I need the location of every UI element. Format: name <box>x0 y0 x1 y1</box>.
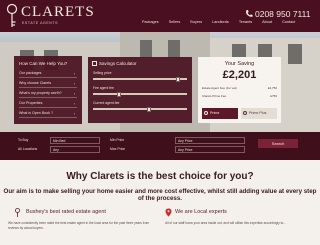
nav-landlords[interactable]: Landlords <box>212 20 229 24</box>
nav-about[interactable]: About <box>262 20 272 24</box>
current-agent-label: Current agent fee <box>93 101 120 105</box>
help-item-property-worth[interactable]: What's my property worth? › <box>19 90 77 98</box>
fee-agent-slider[interactable] <box>93 91 187 97</box>
help-item-open-book[interactable]: What is Open Book ? › <box>19 110 77 118</box>
calculator-title: Savings Calculator <box>99 61 137 66</box>
clarets-fee-row: Clarets Prime Fee £750 <box>202 94 277 98</box>
saving-title: Your Saving <box>224 61 255 67</box>
key-icon <box>15 208 20 217</box>
chevron-right-icon: › <box>73 112 75 116</box>
phone-icon <box>245 10 253 17</box>
clarets-logo[interactable]: CLARETS ESTATE AGENTS <box>5 3 94 29</box>
why-subtitle: Our aim is to make selling your home eas… <box>3 188 317 202</box>
phone-number[interactable]: 0208 950 7111 <box>255 9 310 19</box>
savings-calculator: Savings Calculator Selling price Fee age… <box>88 57 192 123</box>
saving-panel: Your Saving £2,201 Estate Agent Fee (Inc… <box>198 57 281 123</box>
saving-amount: £2,201 <box>222 69 257 81</box>
site-header: CLARETS ESTATE AGENTS 0208 950 7111 Pack… <box>0 0 320 32</box>
search-type-label: To Buy <box>18 138 29 142</box>
key-logo-icon <box>6 3 18 27</box>
slider-handle[interactable] <box>147 106 152 112</box>
why-title: Why Clarets is the best choice for you? <box>66 171 254 182</box>
search-location-label[interactable]: All Locations <box>18 147 37 154</box>
estate-agent-fee-row: Estate Agent Fee (Inc vat) £2,750 <box>202 86 277 90</box>
search-button[interactable]: Search <box>258 139 298 148</box>
location-pin-icon <box>165 208 172 217</box>
nav-tenants[interactable]: Tenants <box>239 20 252 24</box>
slider-handle[interactable] <box>117 91 122 97</box>
chevron-right-icon: › <box>73 92 75 96</box>
main-nav: Packages Sellers Buyers Landlords Tenant… <box>142 20 305 24</box>
search-max-price-label: Max Price <box>110 147 126 151</box>
help-title: How Can We Help You? <box>19 61 68 66</box>
search-min-price-select[interactable]: Any Price <box>175 137 245 144</box>
help-item-properties[interactable]: Our Properties › <box>19 100 77 108</box>
help-item-packages[interactable]: Our packages › <box>19 70 77 78</box>
logo-subtext: ESTATE AGENTS <box>22 21 59 25</box>
fee-agent-label: Fee agent fee <box>93 86 114 90</box>
slider-handle[interactable] <box>175 76 180 82</box>
help-item-why-choose[interactable]: Why choose Clarets › <box>19 80 77 88</box>
nav-contact[interactable]: Contact <box>282 20 295 24</box>
selling-price-label: Selling price <box>93 71 112 75</box>
radio-icon <box>204 111 208 115</box>
logo-text: CLARETS <box>21 4 95 20</box>
search-max-bed-select[interactable]: Any <box>50 146 100 153</box>
current-agent-slider[interactable] <box>93 106 187 112</box>
selling-price-slider[interactable] <box>93 76 187 82</box>
prime-plus-package-option[interactable]: Prime Plus <box>241 108 277 119</box>
search-bedrooms-select[interactable]: Min Bed <box>50 137 100 144</box>
feature-title-best-rated: Bushey's best rated estate agent <box>26 209 106 215</box>
nav-sellers[interactable]: Sellers <box>169 20 181 24</box>
feature-title-local-experts: We are Local experts <box>175 209 227 215</box>
search-min-price-label: Min Price <box>110 138 125 142</box>
calculator-icon <box>92 61 97 66</box>
chevron-right-icon: › <box>73 102 75 106</box>
chevron-right-icon: › <box>73 82 75 86</box>
chevron-right-icon: › <box>73 72 75 76</box>
nav-packages[interactable]: Packages <box>142 20 159 24</box>
prime-package-option[interactable]: Prime <box>202 108 238 119</box>
search-max-price-select[interactable]: Any Price <box>175 146 245 153</box>
feature-text-best-rated: We have consistently been rated the best… <box>8 221 150 230</box>
help-panel: How Can We Help You? Our packages › Why c… <box>14 56 82 124</box>
radio-icon <box>243 111 247 115</box>
nav-buyers[interactable]: Buyers <box>190 20 202 24</box>
feature-text-local-experts: All of our staff know your area inside o… <box>165 221 286 225</box>
